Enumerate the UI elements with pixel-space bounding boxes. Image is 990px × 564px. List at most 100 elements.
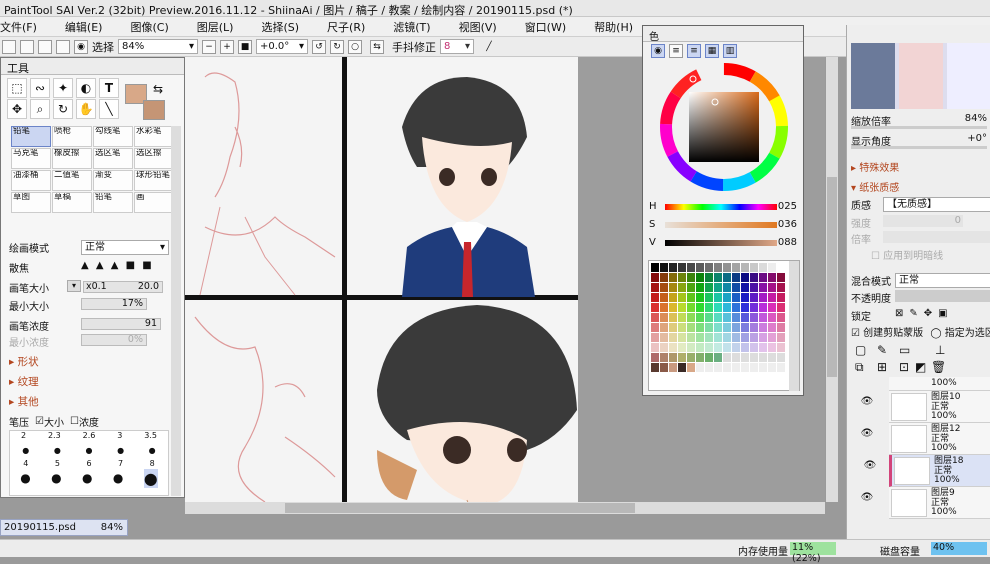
swatch-cell[interactable] <box>660 283 668 292</box>
swatch-cell[interactable] <box>732 353 740 362</box>
brush-size-multiplier[interactable]: ▾ <box>67 280 81 292</box>
special-effects-section[interactable]: ▸ 特殊效果 <box>851 159 990 174</box>
swatch-cell[interactable] <box>768 293 776 302</box>
layer-item[interactable]: 👁 图层9 正常 100% <box>861 487 990 519</box>
density-slider[interactable]: 91 <box>81 318 161 330</box>
swatch-cell[interactable] <box>714 303 722 312</box>
swatch-cell[interactable] <box>759 283 767 292</box>
layer-item-selected[interactable]: 👁 图层18 正常 100% <box>864 455 990 487</box>
swatch-cell[interactable] <box>678 283 686 292</box>
swatch-cell[interactable] <box>750 323 758 332</box>
toolbar-undo-icon[interactable] <box>56 39 70 54</box>
swatch-cell[interactable] <box>732 273 740 282</box>
brush-paint[interactable]: 画 <box>134 192 174 213</box>
swatch-cell[interactable] <box>750 353 758 362</box>
magnification-slider[interactable] <box>883 231 990 243</box>
h-slider-row[interactable]: H 025 <box>649 201 799 213</box>
brush-sphere-pencil[interactable]: 球形铅笔 <box>134 170 174 191</box>
swatch-cell[interactable] <box>759 323 767 332</box>
swatch-cell[interactable] <box>651 313 659 322</box>
swatch-cell[interactable] <box>732 303 740 312</box>
swatch-cell[interactable] <box>660 263 668 272</box>
zoom-dropdown[interactable]: 84% ▾ <box>118 39 198 54</box>
lock-icons[interactable]: ⊠✎✥▣ <box>895 308 954 319</box>
swatch-cell[interactable] <box>777 353 785 362</box>
brush-watercolor[interactable]: 水彩笔 <box>134 126 174 147</box>
swap-colors-icon[interactable]: ⇆ <box>153 82 163 96</box>
swatch-cell[interactable] <box>660 343 668 352</box>
toolbar-open-icon[interactable] <box>20 39 34 54</box>
swatch-cell[interactable] <box>705 363 713 372</box>
swatch-cell[interactable] <box>714 343 722 352</box>
canvas-vscroll[interactable] <box>826 57 838 502</box>
swatch-cell[interactable] <box>732 293 740 302</box>
rotate-icon[interactable]: ↻ <box>53 99 73 119</box>
swatch-cell[interactable] <box>777 283 785 292</box>
magnifier-icon[interactable]: ⌕ <box>30 99 50 119</box>
menu-select[interactable]: 选择(S) <box>247 19 313 35</box>
brush-bucket[interactable]: 油漆桶 <box>11 170 51 191</box>
swatch-cell[interactable] <box>687 263 695 272</box>
swatch-cell[interactable] <box>696 363 704 372</box>
color-wheel[interactable] <box>659 62 789 192</box>
section-shape[interactable]: ▸ 形状 <box>9 354 39 369</box>
swatch-cell[interactable] <box>660 363 668 372</box>
v-slider[interactable] <box>665 240 777 246</box>
swatch-cell[interactable] <box>777 343 785 352</box>
apply-checkbox[interactable]: ☐ <box>871 251 880 262</box>
swatch-cell[interactable] <box>777 263 785 272</box>
swatch-cell[interactable] <box>705 283 713 292</box>
angle-dropdown[interactable]: +0.0° ▾ <box>256 39 308 54</box>
vscroll-thumb[interactable] <box>827 177 837 377</box>
copy-layer-icon[interactable]: ⧉ <box>855 360 864 375</box>
swatch-cell[interactable] <box>768 343 776 352</box>
eye-icon[interactable]: 👁 <box>847 397 887 421</box>
swatch-cell[interactable] <box>669 343 677 352</box>
swatch-cell[interactable] <box>705 343 713 352</box>
lasso-icon[interactable]: ∾ <box>30 78 50 98</box>
swatch-cell[interactable] <box>678 343 686 352</box>
swatch-cell[interactable] <box>768 363 776 372</box>
swatch-cell[interactable] <box>768 333 776 342</box>
swatch-cell[interactable] <box>750 313 758 322</box>
swatch-cell[interactable] <box>732 263 740 272</box>
paper-texture-section[interactable]: ▾ 纸张质感 <box>851 179 990 194</box>
brush-size-slider[interactable]: x0.1 20.0 <box>83 281 163 293</box>
preset-dot[interactable]: ● <box>22 446 29 455</box>
angle-slider[interactable] <box>851 146 987 149</box>
zoom-in-icon[interactable]: + <box>220 39 234 54</box>
swatch-cell[interactable] <box>777 323 785 332</box>
swatches-tab-icon[interactable]: ▦ <box>705 44 719 58</box>
swatch-cell[interactable] <box>669 303 677 312</box>
preset-label[interactable]: 4 <box>23 459 28 469</box>
hand-icon[interactable]: ✋ <box>76 99 96 119</box>
swatch-cell[interactable] <box>741 273 749 282</box>
brush-binary[interactable]: 二值笔 <box>52 170 92 191</box>
swatch-cell[interactable] <box>741 283 749 292</box>
preset-dot[interactable]: ● <box>20 471 30 485</box>
swatch-cell[interactable] <box>651 283 659 292</box>
preset-dot[interactable]: ● <box>117 446 124 455</box>
swatch-cell[interactable] <box>768 273 776 282</box>
swatch-cell[interactable] <box>714 333 722 342</box>
brush-marker[interactable]: 马克笔 <box>11 148 51 169</box>
swatch-cell[interactable] <box>777 363 785 372</box>
swatch-cell[interactable] <box>723 283 731 292</box>
swatch-cell[interactable] <box>669 293 677 302</box>
pressure-density-checkbox[interactable]: ☐ <box>70 416 79 427</box>
swatch-scrollbar[interactable] <box>789 261 799 391</box>
swatch-cell[interactable] <box>750 343 758 352</box>
color-wheel-tab-icon[interactable]: ◉ <box>651 44 665 58</box>
rgb-slider-tab-icon[interactable]: ≡ <box>669 44 683 58</box>
menu-edit[interactable]: 编辑(E) <box>51 19 117 35</box>
swatch-cell[interactable] <box>651 263 659 272</box>
swatch-cell[interactable] <box>723 303 731 312</box>
swatch-cell[interactable] <box>723 313 731 322</box>
add-layer-icon[interactable]: ⊞ <box>877 360 887 374</box>
brush-gradient[interactable]: 渐变 <box>93 170 133 191</box>
navigator-thumb[interactable] <box>851 43 895 109</box>
menu-image[interactable]: 图像(C) <box>116 19 182 35</box>
flip-icon[interactable]: ⇆ <box>370 39 384 54</box>
swatch-cell[interactable] <box>777 303 785 312</box>
menu-ruler[interactable]: 尺子(R) <box>313 19 379 35</box>
